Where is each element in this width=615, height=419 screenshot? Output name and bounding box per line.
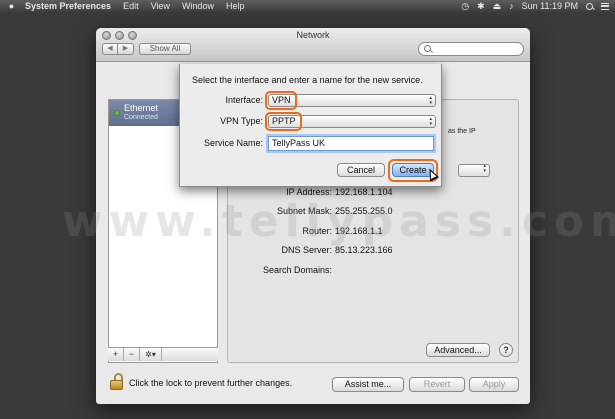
menu-help[interactable]: Help [226,0,245,12]
interface-highlight [265,91,297,110]
search-icon [424,45,431,52]
vpn-type-label: VPN Type: [220,116,263,126]
popup-arrows-icon: ▴ ▾ [429,95,432,106]
help-button[interactable]: ? [499,343,513,357]
status-description: as the IP [448,128,476,135]
add-service-button[interactable]: + [108,348,124,361]
lock-icon[interactable] [110,373,124,391]
sheet-prompt: Select the interface and enter a name fo… [192,75,423,85]
menu-clock[interactable]: Sun 11:19 PM [522,0,578,12]
interface-label: Interface: [225,95,263,105]
service-list-toolbar: + − ✲▾ [108,347,218,361]
advanced-button[interactable]: Advanced... [426,343,490,357]
configure-popup[interactable] [458,164,490,177]
menu-view[interactable]: View [151,0,170,12]
search-input[interactable] [418,42,524,56]
revert-button[interactable]: Revert [409,377,465,392]
new-service-sheet: Select the interface and enter a name fo… [179,64,442,187]
status-dot-icon [114,110,120,116]
window-title: Network [296,30,330,40]
time-machine-icon[interactable]: ◷ [461,0,469,12]
forward-button[interactable]: ▶ [118,43,134,55]
chevron-left-icon: ◀ [107,45,113,52]
chevron-right-icon: ▶ [122,45,129,52]
service-name-label: Service Name: [203,138,263,148]
eject-icon[interactable]: ⏏ [493,0,502,12]
lock-text: Click the lock to prevent further change… [129,378,293,388]
popup-arrows-icon: ▴ ▾ [429,116,432,127]
back-button[interactable]: ◀ [102,43,118,55]
nav-buttons: ◀ ▶ [102,43,134,55]
menu-app-name[interactable]: System Preferences [25,0,111,12]
assist-me-button[interactable]: Assist me... [332,377,404,392]
menu-edit[interactable]: Edit [123,0,139,12]
volume-icon[interactable]: ♪ [509,0,514,12]
remove-service-button[interactable]: − [124,348,140,361]
service-status: Connected [124,114,158,121]
gear-menu-button[interactable]: ✲▾ [140,348,162,361]
title-bar: Network ◀ ▶ Show All [96,28,530,62]
apply-button[interactable]: Apply [469,377,519,392]
apple-menu-icon[interactable]: ● [6,0,17,12]
menu-window[interactable]: Window [182,0,214,12]
bluetooth-icon[interactable]: ✱ [477,0,485,12]
service-name-field[interactable]: TellyPass UK [268,136,434,151]
cancel-button[interactable]: Cancel [337,163,385,177]
menu-bar: ● System Preferences Edit View Window He… [0,0,615,12]
vpn-type-highlight [265,112,302,131]
notification-center-icon[interactable] [601,2,609,10]
service-name: Ethernet [124,103,159,113]
spotlight-icon[interactable] [586,2,593,10]
show-all-button[interactable]: Show All [139,43,191,55]
